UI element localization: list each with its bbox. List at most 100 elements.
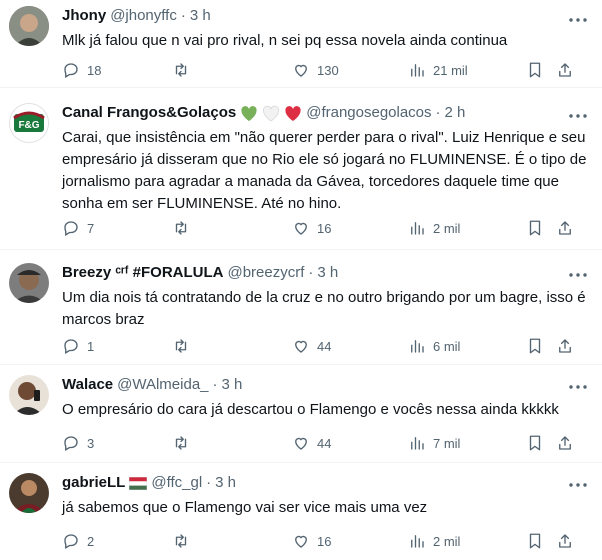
reply-button[interactable]: 18 (62, 60, 101, 80)
tweet[interactable]: Breezy ᶜʳᶠ #FORALULA @breezycrf · 3 h Um… (0, 250, 602, 365)
timestamp[interactable]: 3 h (215, 473, 236, 493)
retweet-button[interactable] (172, 531, 197, 551)
like-button[interactable]: 130 (292, 60, 339, 80)
reply-icon (64, 534, 78, 549)
author-handle[interactable]: @breezycrf (227, 263, 304, 283)
bookmark-icon (529, 62, 541, 78)
heart-icon (295, 437, 307, 450)
timestamp[interactable]: 3 h (317, 263, 338, 283)
views-button[interactable]: 21 mil (408, 60, 468, 80)
tweet-actions: 7 16 2 mil (62, 218, 592, 238)
red-heart-icon (284, 105, 302, 122)
heart-icon (295, 340, 307, 353)
retweet-button[interactable] (172, 336, 197, 356)
more-options-icon[interactable] (568, 377, 588, 397)
bookmark-icon (529, 533, 541, 549)
bookmark-button[interactable] (526, 218, 544, 238)
retweet-button[interactable] (172, 60, 197, 80)
reply-button[interactable]: 2 (62, 531, 94, 551)
reply-icon (64, 63, 78, 78)
share-button[interactable] (556, 218, 574, 238)
tweet[interactable]: Jhony @jhonyffc · 3 h Mlk já falou que n… (0, 0, 602, 88)
like-button[interactable]: 16 (292, 218, 331, 238)
author-name[interactable]: Walace (62, 375, 113, 395)
retweet-icon (175, 436, 187, 450)
like-count: 16 (317, 533, 332, 549)
views-button[interactable]: 2 mil (408, 531, 460, 551)
share-icon (559, 221, 571, 235)
separator-dot: · (212, 376, 218, 393)
views-button[interactable]: 7 mil (408, 433, 460, 453)
author-name[interactable]: Breezy ᶜʳᶠ #FORALULA (62, 263, 223, 283)
reply-icon (64, 436, 78, 451)
reply-count: 7 (87, 220, 95, 236)
like-button[interactable]: 44 (292, 336, 331, 356)
author-handle[interactable]: @frangosegolacos (306, 103, 431, 123)
bookmark-icon (529, 435, 541, 451)
share-button[interactable] (556, 336, 574, 356)
tweet-header: gabrieLL @ffc_gl · 3 h (62, 463, 590, 493)
tweet[interactable]: F&G Canal Frangos&Golaços @frangosegolac… (0, 88, 602, 250)
heart-icon (295, 222, 307, 235)
share-icon (559, 63, 571, 77)
avatar[interactable] (9, 473, 49, 513)
timestamp[interactable]: 2 h (445, 103, 466, 123)
separator-dot: · (308, 264, 314, 281)
share-icon (559, 534, 571, 548)
tweet[interactable]: Walace @WAlmeida_ · 3 h O empresário do … (0, 365, 602, 463)
tweet-header: Walace @WAlmeida_ · 3 h (62, 365, 590, 395)
avatar[interactable] (9, 375, 49, 415)
tweet-header: Breezy ᶜʳᶠ #FORALULA @breezycrf · 3 h (62, 250, 590, 283)
separator-dot: · (180, 7, 186, 24)
author-handle[interactable]: @jhonyffc (110, 6, 177, 26)
timestamp[interactable]: 3 h (190, 6, 211, 26)
reply-button[interactable]: 7 (62, 218, 94, 238)
author-name[interactable]: Jhony (62, 6, 106, 26)
avatar[interactable]: F&G (9, 103, 49, 143)
retweet-icon (175, 63, 187, 77)
views-button[interactable]: 6 mil (408, 336, 460, 356)
retweet-icon (175, 221, 187, 235)
author-name[interactable]: Canal Frangos&Golaços (62, 103, 236, 123)
more-options-icon[interactable] (568, 10, 588, 30)
bookmark-button[interactable] (526, 336, 544, 356)
more-options-icon[interactable] (568, 106, 588, 126)
timestamp[interactable]: 3 h (222, 375, 243, 395)
avatar-logo-text: F&G (18, 120, 39, 131)
reply-button[interactable]: 3 (62, 433, 94, 453)
view-count: 2 mil (433, 220, 461, 236)
more-options-icon[interactable] (568, 265, 588, 285)
tweet-feed: Jhony @jhonyffc · 3 h Mlk já falou que n… (0, 0, 602, 560)
view-count: 6 mil (433, 338, 461, 354)
bookmark-button[interactable] (526, 60, 544, 80)
views-chart-icon (411, 64, 424, 77)
tweet-text: já sabemos que o Flamengo vai ser vice m… (62, 499, 428, 516)
bookmark-button[interactable] (526, 531, 544, 551)
avatar[interactable] (9, 263, 49, 303)
share-button[interactable] (556, 531, 574, 551)
retweet-button[interactable] (172, 433, 197, 453)
reply-button[interactable]: 1 (62, 336, 94, 356)
bookmark-button[interactable] (526, 433, 544, 453)
author-handle[interactable]: @ffc_gl (151, 473, 202, 493)
views-button[interactable]: 2 mil (408, 218, 460, 238)
author-handle[interactable]: @WAlmeida_ (117, 375, 208, 395)
retweet-icon (175, 339, 187, 353)
tweet-actions: 2 16 2 mil (62, 531, 592, 551)
tweet-header: Jhony @jhonyffc · 3 h (62, 0, 590, 26)
views-chart-icon (411, 535, 424, 548)
share-button[interactable] (556, 433, 574, 453)
like-button[interactable]: 44 (292, 433, 331, 453)
reply-count: 2 (87, 533, 95, 549)
more-options-icon[interactable] (568, 475, 588, 495)
avatar[interactable] (9, 6, 49, 46)
tweet[interactable]: gabrieLL @ffc_gl · 3 h já sabemos que o … (0, 463, 602, 560)
reply-count: 1 (87, 338, 95, 354)
tweet-text: Um dia nois tá contratando de la cruz e … (62, 289, 590, 328)
share-button[interactable] (556, 60, 574, 80)
retweet-button[interactable] (172, 218, 197, 238)
author-name[interactable]: gabrieLL (62, 473, 125, 493)
tweet-header: Canal Frangos&Golaços @frangosegolacos ·… (62, 88, 590, 123)
separator-dot: · (206, 474, 212, 491)
like-button[interactable]: 16 (292, 531, 331, 551)
